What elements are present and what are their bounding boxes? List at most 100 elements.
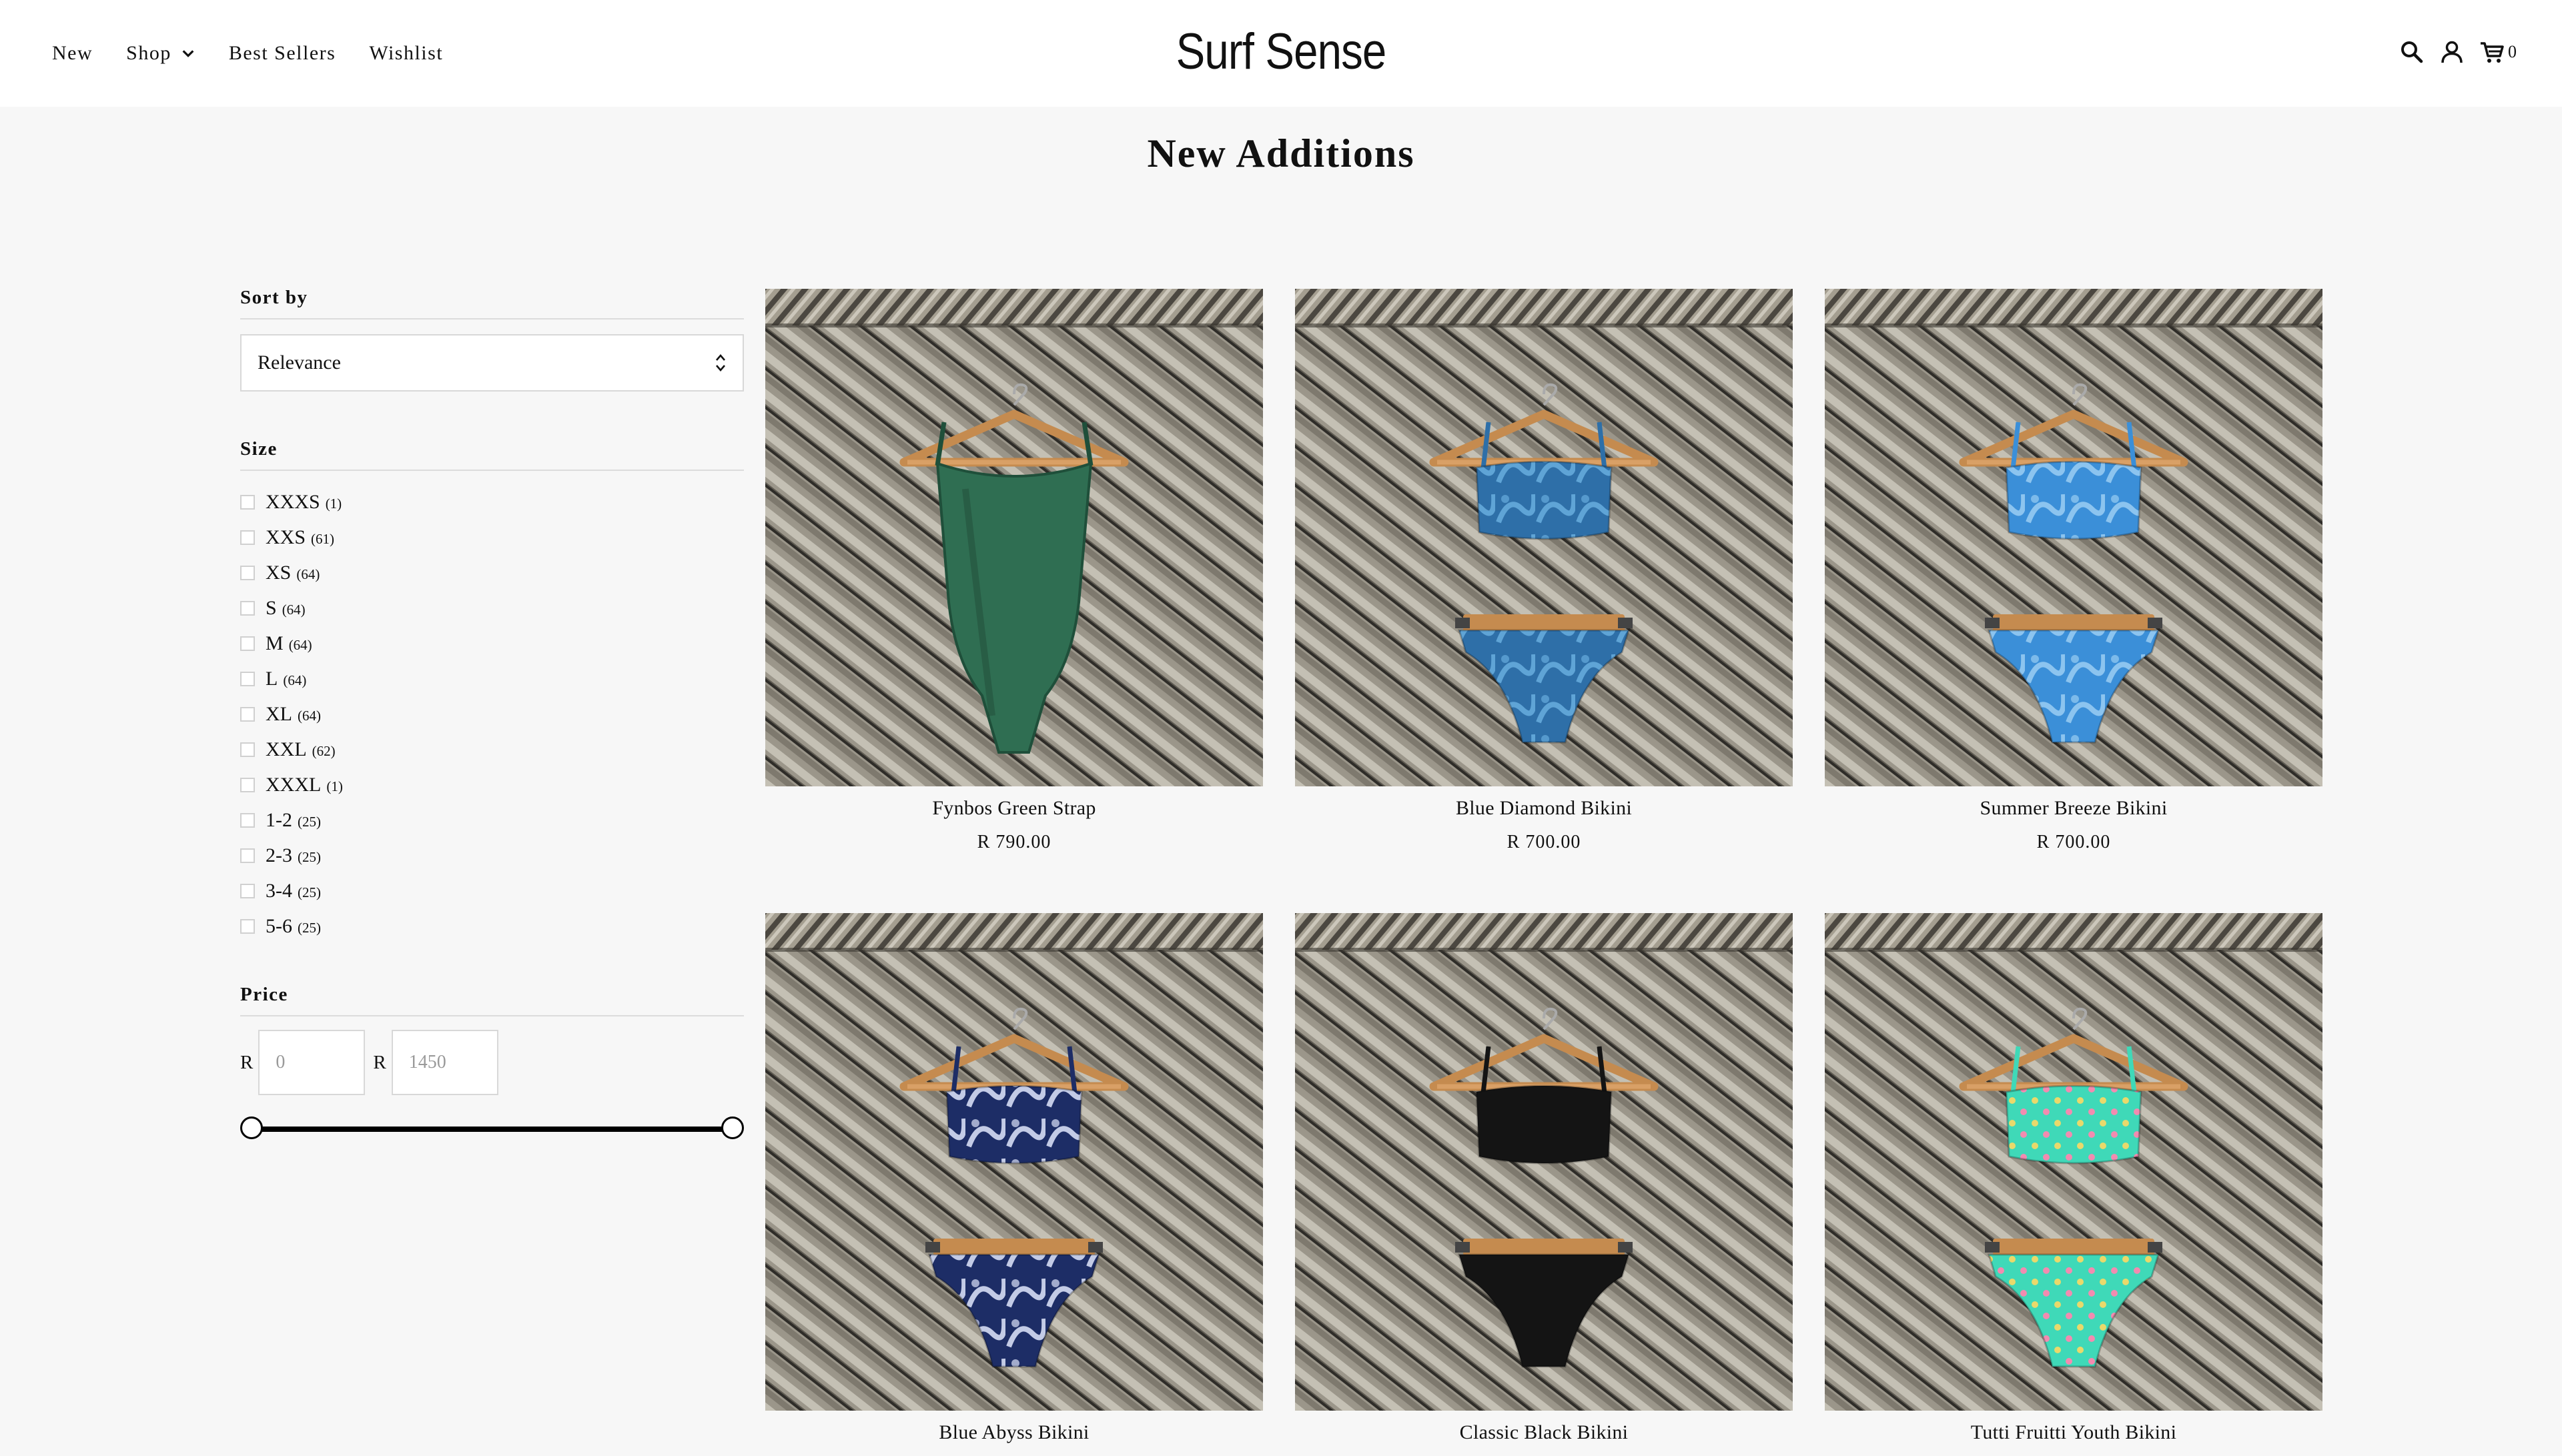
product-name[interactable]: Blue Diamond Bikini	[1295, 797, 1793, 820]
size-checkbox[interactable]	[240, 494, 255, 510]
price-max-input[interactable]	[391, 1030, 498, 1095]
account-icon[interactable]	[2439, 39, 2465, 65]
size-checkbox[interactable]	[240, 777, 255, 792]
size-option-count: (64)	[283, 672, 307, 688]
nav-item-shop[interactable]: Shop	[126, 42, 195, 65]
size-option[interactable]: XS (64)	[240, 555, 744, 590]
size-list: XXXS (1) XXS (61) XS (64) S (64) M (64) L (64) XL (64…	[240, 484, 744, 944]
size-checkbox[interactable]	[240, 742, 255, 757]
size-option[interactable]: XXXL (1)	[240, 767, 744, 802]
size-option-label: XXL	[266, 738, 307, 760]
filter-sidebar: Sort by Relevance Size XXXS (1) XXS (61) XS(…	[240, 287, 744, 1142]
nav-item-new[interactable]: New	[52, 42, 93, 65]
main-nav: New Shop Best Sellers Wishlist	[52, 0, 476, 107]
nav-item-label: Wishlist	[369, 42, 444, 64]
size-checkbox[interactable]	[240, 636, 255, 651]
product-image[interactable]	[1295, 913, 1793, 1411]
size-checkbox[interactable]	[240, 883, 255, 898]
size-option-count: (25)	[298, 920, 321, 936]
size-option[interactable]: 2-3 (25)	[240, 838, 744, 873]
product-name[interactable]: Fynbos Green Strap	[765, 797, 1263, 820]
size-option-count: (64)	[282, 602, 306, 618]
size-option[interactable]: M (64)	[240, 626, 744, 661]
product-image[interactable]	[765, 913, 1263, 1411]
header-icons: 0	[2385, 39, 2517, 65]
product-card[interactable]: Fynbos Green Strap R 790.00	[765, 289, 1263, 853]
size-option-count: (64)	[296, 566, 320, 582]
nav-item-label: New	[52, 42, 93, 64]
size-option[interactable]: XXS (61)	[240, 520, 744, 555]
product-image[interactable]	[765, 289, 1263, 786]
price-min-input[interactable]	[258, 1030, 366, 1095]
size-option-label: S	[266, 596, 277, 619]
currency-label: R	[373, 1051, 386, 1073]
size-option-label: XXXS	[266, 490, 320, 513]
size-option[interactable]: 1-2 (25)	[240, 802, 744, 838]
cart-button[interactable]: 0	[2479, 39, 2517, 65]
nav-item-label: Best Sellers	[228, 42, 336, 64]
cart-icon	[2481, 42, 2504, 63]
price-inputs: R R	[240, 1030, 744, 1095]
price-heading: Price	[240, 984, 744, 1016]
size-option-label: XXXL	[266, 773, 322, 796]
size-option-label: L	[266, 667, 278, 690]
currency-label: R	[240, 1051, 254, 1073]
size-option-label: XXS	[266, 526, 306, 548]
page-title: New Additions	[1147, 131, 1415, 175]
size-checkbox[interactable]	[240, 530, 255, 545]
size-option-count: (1)	[325, 496, 342, 512]
size-checkbox[interactable]	[240, 848, 255, 863]
price-filter: Price R R	[240, 984, 744, 1142]
size-checkbox[interactable]	[240, 600, 255, 616]
size-option-label: 1-2	[266, 808, 292, 831]
size-option-label: XS	[266, 561, 292, 584]
size-checkbox[interactable]	[240, 565, 255, 580]
size-heading: Size	[240, 438, 744, 471]
size-option-label: 5-6	[266, 914, 292, 937]
product-card[interactable]: Summer Breeze Bikini R 700.00	[1825, 289, 2322, 853]
product-card[interactable]: Blue Abyss Bikini	[765, 913, 1263, 1456]
product-card[interactable]: Classic Black Bikini	[1295, 913, 1793, 1456]
site-header: New Shop Best Sellers Wishlist Surf Sens…	[0, 0, 2562, 107]
product-image[interactable]	[1825, 913, 2322, 1411]
size-option[interactable]: 3-4 (25)	[240, 873, 744, 908]
cart-count: 0	[2508, 42, 2517, 61]
product-card[interactable]: Blue Diamond Bikini R 700.00	[1295, 289, 1793, 853]
size-checkbox[interactable]	[240, 671, 255, 686]
size-option[interactable]: 5-6 (25)	[240, 908, 744, 944]
slider-handle-min[interactable]	[240, 1117, 263, 1139]
size-option[interactable]: XXXS (1)	[240, 484, 744, 520]
size-option[interactable]: S (64)	[240, 590, 744, 626]
size-option-count: (25)	[298, 849, 321, 865]
size-checkbox[interactable]	[240, 706, 255, 722]
size-option[interactable]: XL (64)	[240, 696, 744, 732]
site-logo[interactable]: Surf Sense	[1176, 23, 1387, 80]
sort-select[interactable]: Relevance	[240, 334, 744, 392]
price-range-slider[interactable]	[240, 1115, 744, 1142]
product-price: R 700.00	[1507, 832, 1581, 852]
size-checkbox[interactable]	[240, 918, 255, 934]
size-option-count: (61)	[311, 531, 335, 547]
product-card[interactable]: Tutti Fruitti Youth Bikini	[1825, 913, 2322, 1456]
size-option-label: 3-4	[266, 879, 292, 902]
product-price: R 790.00	[977, 832, 1051, 852]
size-option-count: (62)	[312, 743, 336, 759]
size-filter: Size XXXS (1) XXS (61) XS (64) S (64) M (64) L (64)…	[240, 438, 744, 944]
slider-track	[252, 1127, 732, 1132]
search-icon[interactable]	[2399, 39, 2425, 65]
nav-item-wishlist[interactable]: Wishlist	[369, 42, 443, 65]
sort-selected-value: Relevance	[258, 351, 341, 374]
size-option-count: (25)	[298, 884, 321, 900]
nav-item-label: Shop	[126, 42, 171, 64]
product-image[interactable]	[1825, 289, 2322, 786]
product-name[interactable]: Summer Breeze Bikini	[1825, 797, 2322, 820]
nav-item-best-sellers[interactable]: Best Sellers	[229, 42, 336, 65]
chevron-down-icon	[182, 50, 194, 57]
size-checkbox[interactable]	[240, 812, 255, 828]
size-option[interactable]: XXL (62)	[240, 732, 744, 767]
product-image[interactable]	[1295, 289, 1793, 786]
slider-handle-max[interactable]	[721, 1117, 744, 1139]
product-price: R 700.00	[2036, 832, 2111, 852]
size-option[interactable]: L (64)	[240, 661, 744, 696]
select-arrows-icon	[716, 354, 725, 372]
